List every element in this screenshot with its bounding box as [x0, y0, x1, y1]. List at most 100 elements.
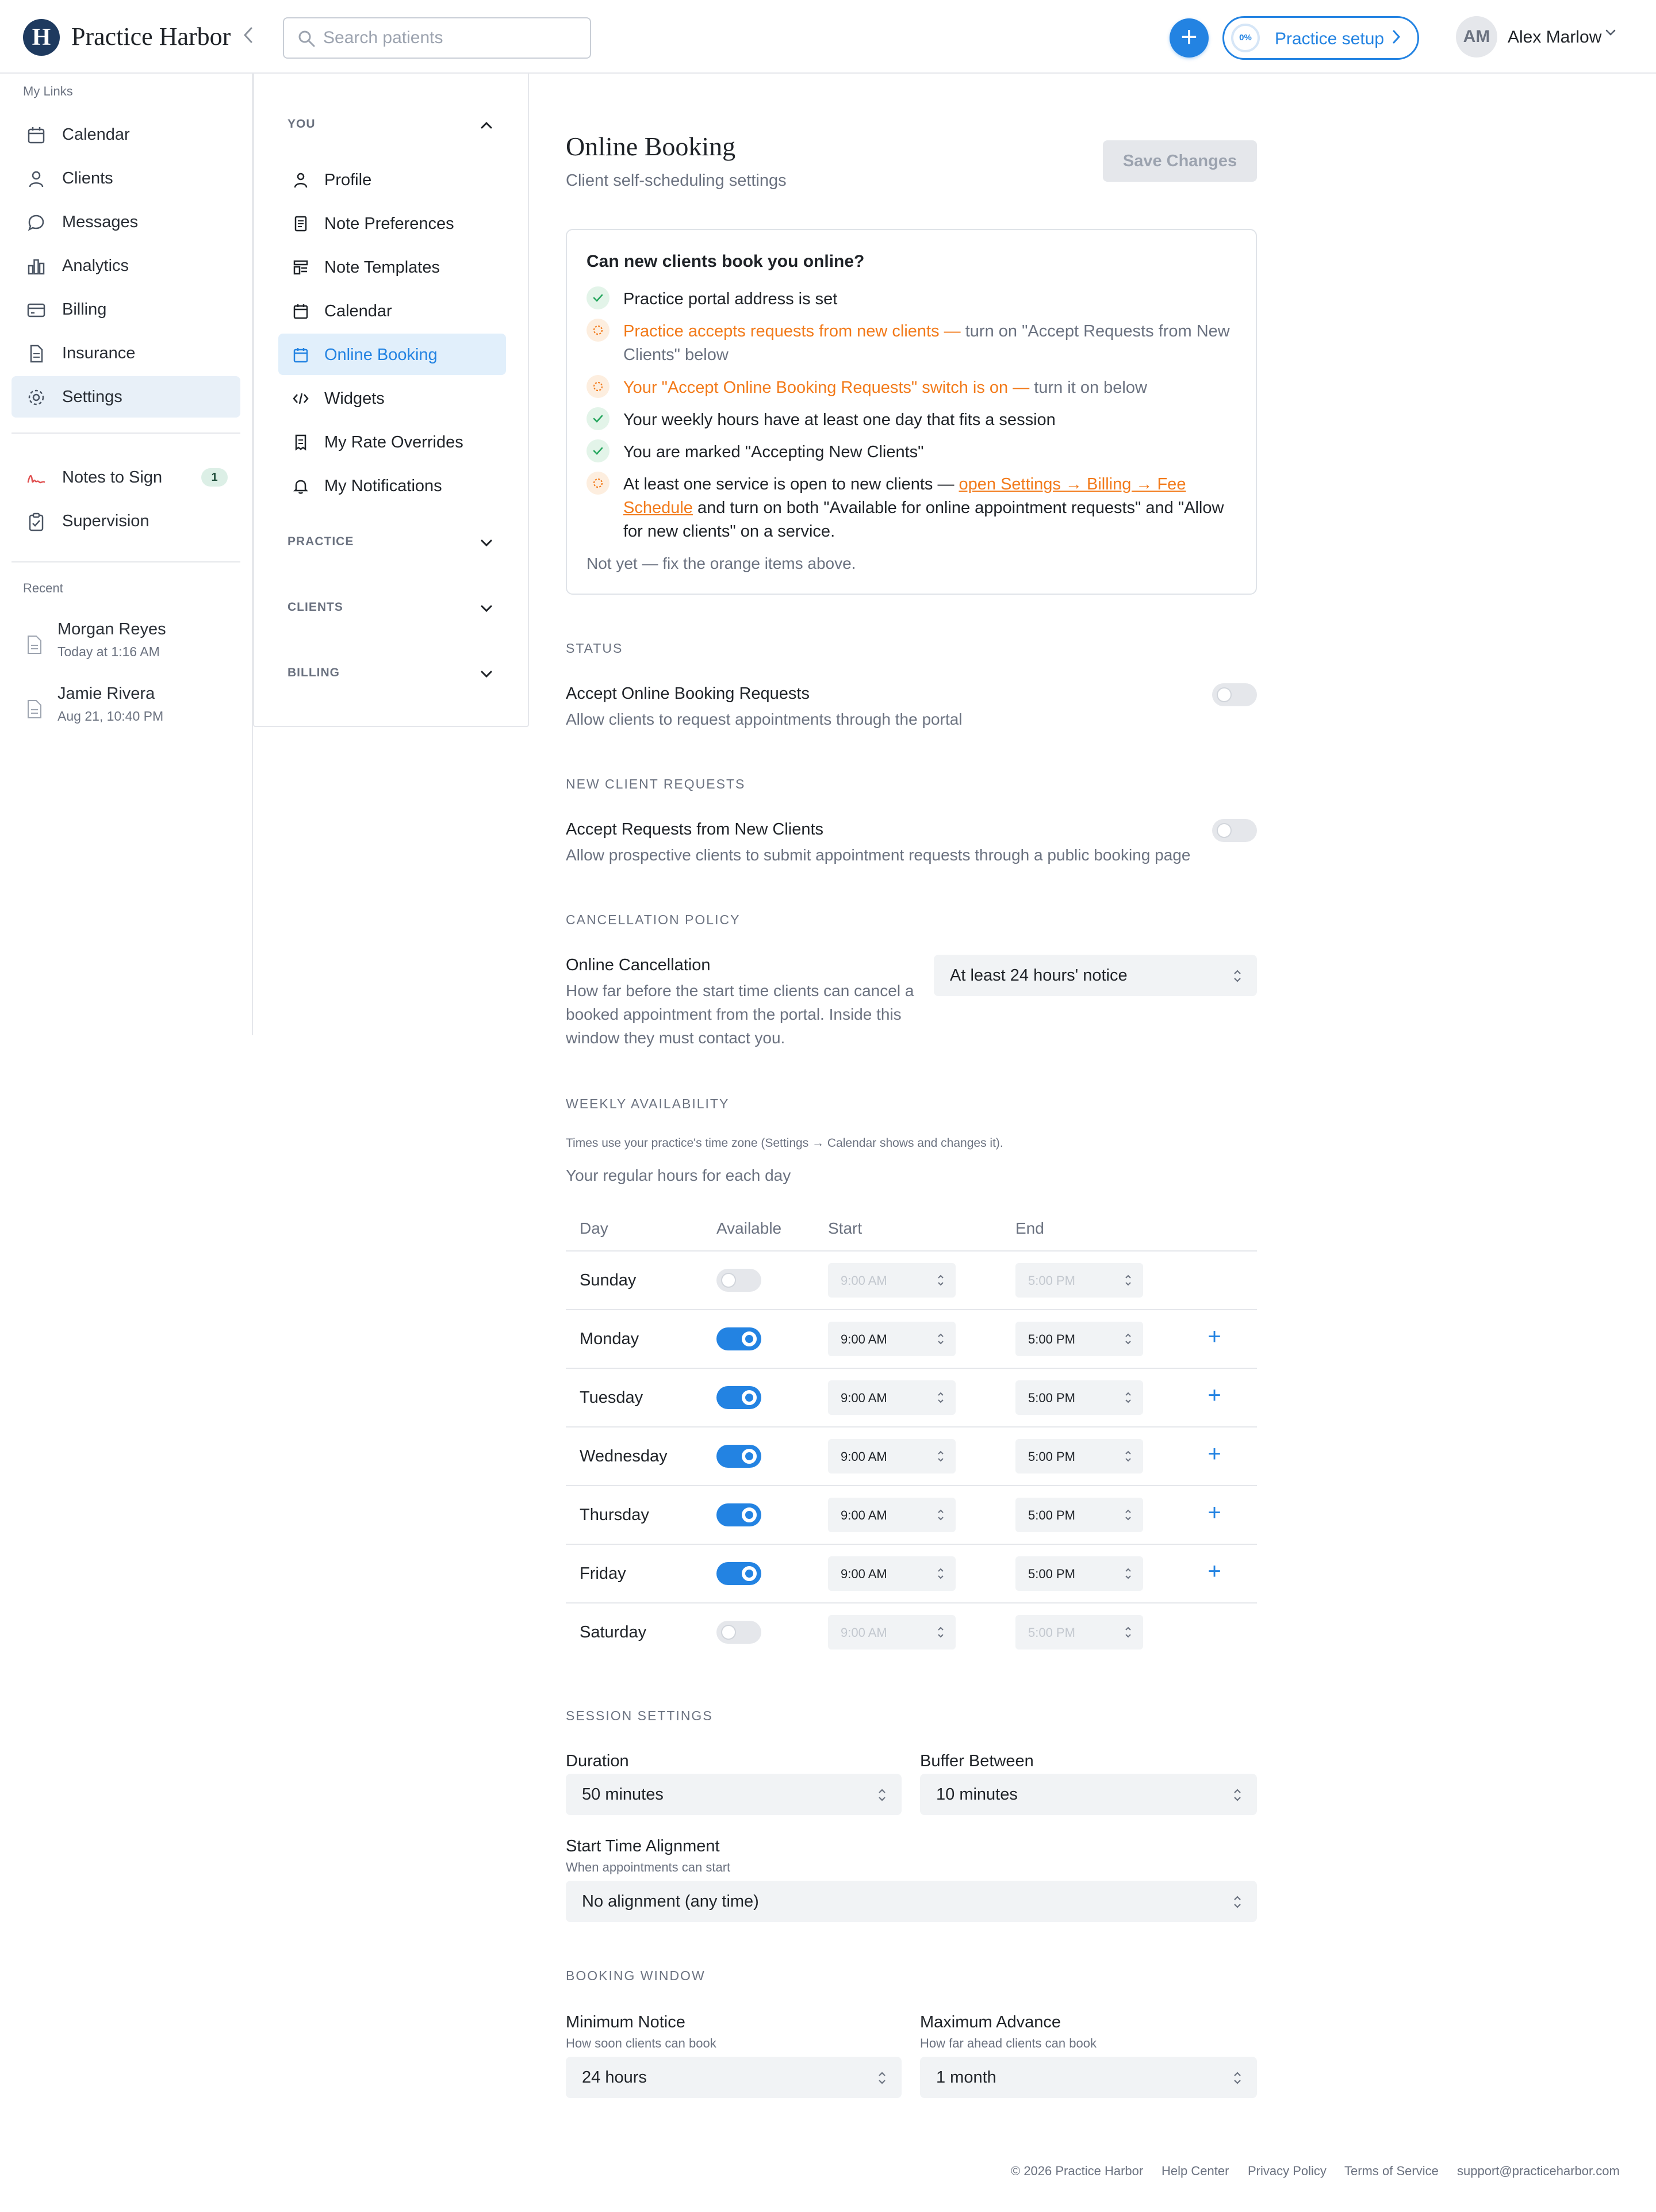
- footer-help-link[interactable]: Help Center: [1162, 2164, 1229, 2179]
- accept-booking-toggle[interactable]: [1212, 683, 1257, 706]
- sidebar-item-messages[interactable]: Messages: [12, 201, 240, 243]
- avatar[interactable]: AM: [1456, 16, 1497, 58]
- end-time-select[interactable]: 5:00 PM: [1015, 1556, 1143, 1591]
- sidebar-item-supervision[interactable]: Supervision: [12, 500, 240, 542]
- day-available-toggle[interactable]: [716, 1269, 761, 1292]
- duration-select[interactable]: 50 minutes: [566, 1774, 902, 1815]
- save-changes-button[interactable]: Save Changes: [1103, 140, 1257, 182]
- quick-add-button[interactable]: +: [1170, 18, 1209, 58]
- brand-name[interactable]: Practice Harbor: [71, 22, 231, 51]
- select-arrows-icon: [1125, 1392, 1131, 1403]
- start-time-select[interactable]: 9:00 AM: [828, 1439, 956, 1474]
- check-icon: [586, 407, 610, 430]
- subnav-item-widgets[interactable]: Widgets: [278, 377, 506, 419]
- subnav-item-online-booking[interactable]: Online Booking: [278, 334, 506, 375]
- chevron-down-icon[interactable]: [1604, 25, 1617, 43]
- footer-copyright: © 2026 Practice Harbor: [1011, 2164, 1144, 2178]
- start-time-select[interactable]: 9:00 AM: [828, 1263, 956, 1298]
- chevron-up-icon[interactable]: [476, 115, 497, 136]
- sidebar-item-label: Billing: [62, 300, 107, 319]
- select-value: 5:00 PM: [1028, 1273, 1075, 1288]
- logo[interactable]: H: [23, 19, 60, 56]
- accept-booking-desc: Allow clients to request appointments th…: [566, 710, 963, 728]
- subnav-item-note-preferences[interactable]: Note Preferences: [278, 202, 506, 244]
- alignment-select[interactable]: No alignment (any time): [566, 1881, 1257, 1922]
- day-available-toggle[interactable]: [716, 1445, 761, 1468]
- signature-icon: [27, 475, 45, 484]
- max-advance-select[interactable]: 1 month: [920, 2057, 1257, 2098]
- collapse-sidebar-button[interactable]: [238, 25, 259, 48]
- recent-name: Jamie Rivera: [57, 684, 155, 703]
- sidebar-item-analytics[interactable]: Analytics: [12, 245, 240, 286]
- end-time-select[interactable]: 5:00 PM: [1015, 1380, 1143, 1415]
- day-available-toggle[interactable]: [716, 1621, 761, 1644]
- subnav-section-clients[interactable]: CLIENTS: [288, 600, 343, 614]
- day-available-toggle[interactable]: [716, 1327, 761, 1350]
- add-time-slot-button[interactable]: +: [1203, 1501, 1226, 1524]
- day-available-toggle[interactable]: [716, 1503, 761, 1526]
- alignment-label: Start Time Alignment: [566, 1837, 720, 1855]
- sidebar-item-clients[interactable]: Clients: [12, 158, 240, 199]
- start-time-select[interactable]: 9:00 AM: [828, 1498, 956, 1532]
- cancellation-select[interactable]: At least 24 hours' notice: [934, 955, 1257, 996]
- select-arrows-icon: [1234, 1789, 1241, 1801]
- chevron-down-icon[interactable]: [476, 533, 497, 553]
- practice-setup-button[interactable]: 0% Practice setup: [1222, 16, 1419, 60]
- subnav-item-calendar[interactable]: Calendar: [278, 290, 506, 331]
- page-subtitle: Client self-scheduling settings: [566, 171, 787, 190]
- day-name: Friday: [580, 1564, 626, 1583]
- checklist-text: You are marked "Accepting New Clients": [623, 443, 924, 461]
- subnav-section-practice[interactable]: PRACTICE: [288, 535, 354, 549]
- end-time-select[interactable]: 5:00 PM: [1015, 1322, 1143, 1356]
- chevron-down-icon[interactable]: [476, 664, 497, 684]
- add-time-slot-button[interactable]: +: [1203, 1442, 1226, 1465]
- sidebar-item-settings[interactable]: Settings: [12, 376, 240, 418]
- add-time-slot-button[interactable]: +: [1203, 1384, 1226, 1407]
- section-heading-session: SESSION SETTINGS: [566, 1708, 713, 1723]
- user-name[interactable]: Alex Marlow: [1508, 28, 1601, 47]
- subnav-item-profile[interactable]: Profile: [278, 159, 506, 200]
- subnav-item-notifications[interactable]: My Notifications: [278, 465, 506, 506]
- sidebar-item-label: Analytics: [62, 257, 129, 275]
- subnav-item-label: Note Templates: [324, 258, 440, 277]
- add-time-slot-button[interactable]: +: [1203, 1560, 1226, 1583]
- subnav-item-rate-overrides[interactable]: My Rate Overrides: [278, 421, 506, 462]
- subnav-section-you[interactable]: YOU: [288, 117, 316, 131]
- select-value: 5:00 PM: [1028, 1567, 1075, 1581]
- chevron-down-icon[interactable]: [476, 598, 497, 619]
- search-input[interactable]: [323, 18, 582, 58]
- min-notice-select[interactable]: 24 hours: [566, 2057, 902, 2098]
- start-time-select[interactable]: 9:00 AM: [828, 1556, 956, 1591]
- recent-item[interactable]: Jamie Rivera Aug 21, 10:40 PM: [23, 682, 241, 737]
- select-value: 5:00 PM: [1028, 1391, 1075, 1405]
- chevron-right-icon: [1391, 27, 1402, 52]
- new-client-toggle[interactable]: [1212, 819, 1257, 842]
- sidebar-item-billing[interactable]: Billing: [12, 289, 240, 330]
- new-client-desc: Allow prospective clients to submit appo…: [566, 846, 1191, 864]
- footer-privacy-link[interactable]: Privacy Policy: [1248, 2164, 1327, 2179]
- checklist-summary: Not yet — fix the orange items above.: [586, 554, 856, 572]
- start-time-select[interactable]: 9:00 AM: [828, 1615, 956, 1650]
- day-available-toggle[interactable]: [716, 1386, 761, 1409]
- add-time-slot-button[interactable]: +: [1203, 1325, 1226, 1348]
- subnav-item-note-templates[interactable]: Note Templates: [278, 246, 506, 288]
- recent-item[interactable]: Morgan Reyes Today at 1:16 AM: [23, 618, 241, 673]
- footer-support-email[interactable]: support@practiceharbor.com: [1457, 2164, 1620, 2179]
- subnav-item-label: Note Preferences: [324, 215, 454, 233]
- sidebar-item-insurance[interactable]: Insurance: [12, 332, 240, 374]
- subnav-section-billing[interactable]: BILLING: [288, 666, 340, 680]
- footer-terms-link[interactable]: Terms of Service: [1344, 2164, 1439, 2179]
- search-box[interactable]: [283, 17, 591, 59]
- end-time-select[interactable]: 5:00 PM: [1015, 1439, 1143, 1474]
- end-time-select[interactable]: 5:00 PM: [1015, 1615, 1143, 1650]
- buffer-select[interactable]: 10 minutes: [920, 1774, 1257, 1815]
- start-time-select[interactable]: 9:00 AM: [828, 1380, 956, 1415]
- end-time-select[interactable]: 5:00 PM: [1015, 1263, 1143, 1298]
- select-value: 5:00 PM: [1028, 1332, 1075, 1346]
- select-value: 5:00 PM: [1028, 1449, 1075, 1464]
- sidebar-item-calendar[interactable]: Calendar: [12, 114, 240, 155]
- end-time-select[interactable]: 5:00 PM: [1015, 1498, 1143, 1532]
- day-available-toggle[interactable]: [716, 1562, 761, 1585]
- start-time-select[interactable]: 9:00 AM: [828, 1322, 956, 1356]
- sidebar-item-notes-to-sign[interactable]: Notes to Sign 1: [12, 457, 240, 498]
